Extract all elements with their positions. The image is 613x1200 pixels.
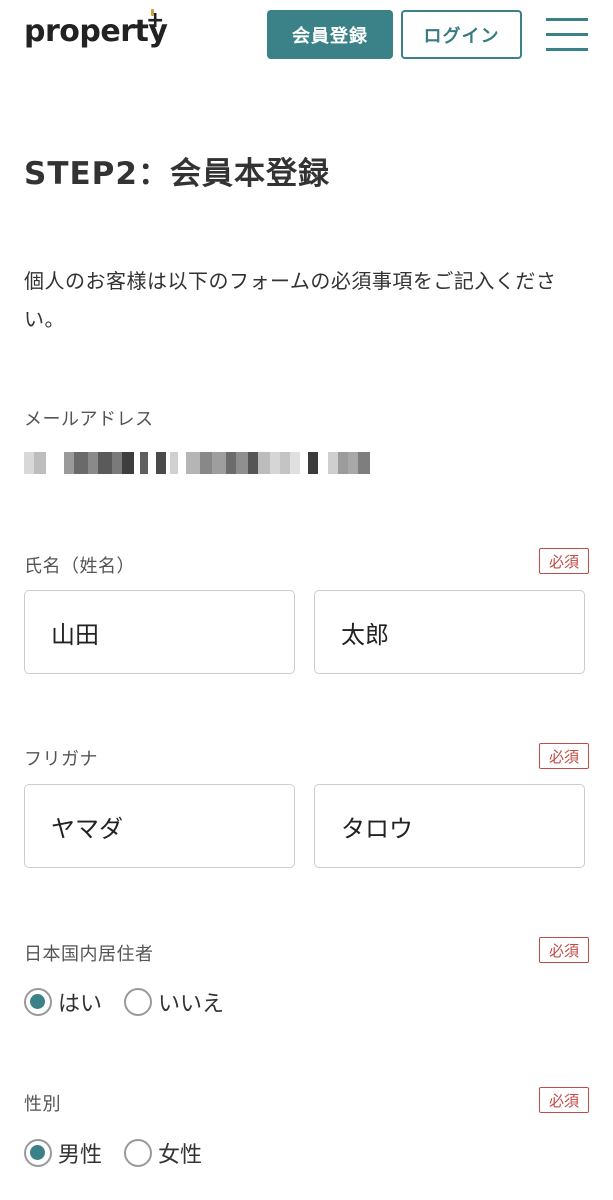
email-value-redacted: [24, 452, 370, 474]
name-label: 氏名（姓名）: [24, 556, 135, 577]
first-name-input[interactable]: 太郎: [314, 590, 585, 674]
gender-female-label: 女性: [158, 1143, 203, 1168]
register-button[interactable]: 会員登録: [267, 10, 393, 59]
resident-no-label: いいえ: [158, 992, 225, 1017]
resident-radio-group: はい いいえ: [24, 986, 246, 1018]
logo-plus-mark: +: [146, 8, 165, 33]
furigana-required-badge: 必須: [539, 743, 589, 769]
first-name-kana-input[interactable]: タロウ: [314, 784, 585, 868]
resident-no-radio[interactable]: いいえ: [124, 986, 224, 1018]
resident-label: 日本国内居住者: [24, 944, 154, 965]
site-header: property + 会員登録 ログイン: [0, 0, 613, 70]
page-title: STEP2：会員本登録: [24, 156, 330, 192]
radio-checked-icon[interactable]: [24, 988, 52, 1016]
radio-checked-icon[interactable]: [24, 1139, 52, 1167]
gender-male-label: 男性: [58, 1143, 103, 1168]
radio-unchecked-icon[interactable]: [124, 1139, 153, 1167]
form-intro-text: 個人のお客様は以下のフォームの必須事項をご記入ください。: [24, 269, 557, 331]
last-name-input[interactable]: 山田: [24, 590, 295, 674]
gender-female-radio[interactable]: 女性: [124, 1137, 202, 1169]
gender-required-badge: 必須: [539, 1087, 589, 1113]
login-button[interactable]: ログイン: [401, 10, 522, 59]
gender-label: 性別: [24, 1094, 61, 1115]
hamburger-menu-icon[interactable]: [546, 18, 588, 52]
gender-radio-group: 男性 女性: [24, 1137, 224, 1169]
name-required-badge: 必須: [539, 548, 589, 574]
furigana-label: フリガナ: [24, 749, 98, 770]
last-name-kana-input[interactable]: ヤマダ: [24, 784, 295, 868]
radio-unchecked-icon[interactable]: [124, 988, 153, 1016]
resident-yes-label: はい: [58, 992, 103, 1017]
resident-required-badge: 必須: [539, 937, 589, 963]
email-label: メールアドレス: [24, 409, 154, 430]
gender-male-radio[interactable]: 男性: [24, 1137, 102, 1169]
resident-yes-radio[interactable]: はい: [24, 986, 102, 1018]
